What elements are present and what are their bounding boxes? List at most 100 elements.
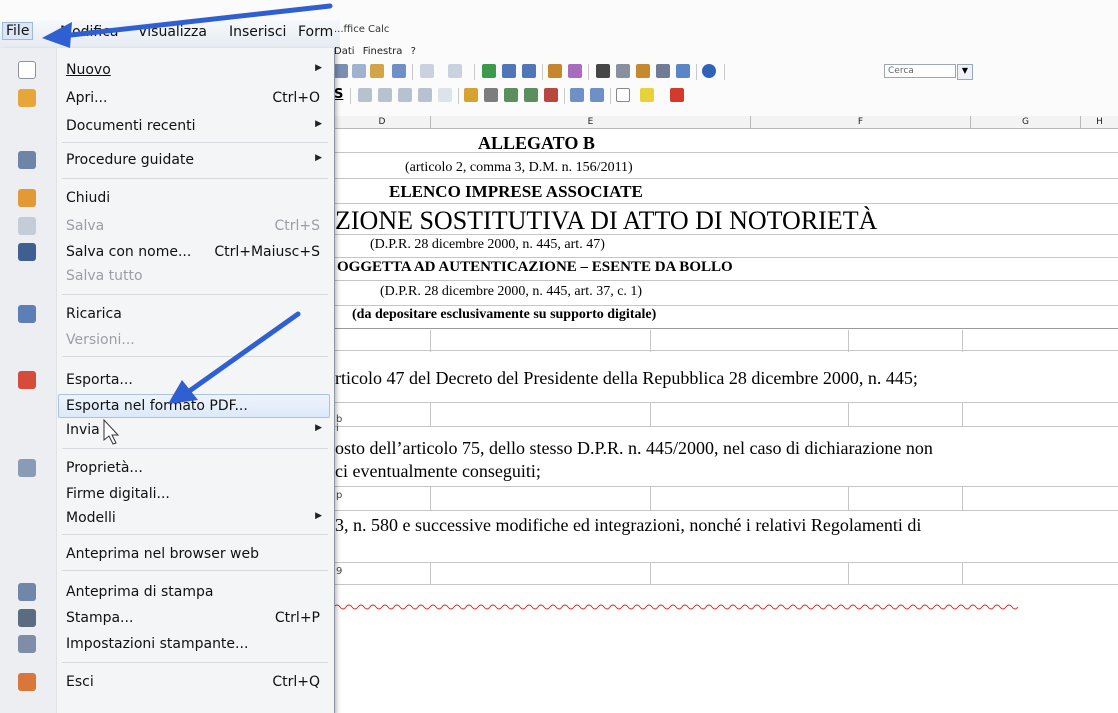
cell-allegato-title[interactable]: ALLEGATO B <box>478 133 595 154</box>
zoom-icon[interactable] <box>676 64 690 78</box>
menu-modifica[interactable]: Modifica <box>60 24 119 40</box>
menu-item-apri[interactable]: Apri... Ctrl+O <box>0 86 334 110</box>
standard-toolbar <box>334 62 1118 82</box>
undo-icon[interactable] <box>420 64 434 78</box>
cell-dpr-art47[interactable]: (D.P.R. 28 dicembre 2000, n. 445, art. 4… <box>370 237 605 253</box>
formatting-toolbar: S <box>334 86 1118 106</box>
underline-icon[interactable]: S <box>334 87 343 102</box>
background-color-icon[interactable] <box>640 88 654 102</box>
format-paintbrush-icon[interactable] <box>392 64 406 78</box>
print-icon <box>18 609 36 627</box>
delete-decimal-icon[interactable] <box>544 88 558 102</box>
borders-icon[interactable] <box>616 88 630 102</box>
cell-soggetta[interactable]: OGGETTA AD AUTENTICAZIONE – ESENTE DA BO… <box>337 259 733 276</box>
menu-dati[interactable]: Dati <box>334 46 355 57</box>
cell-articolo[interactable]: (articolo 2, comma 3, D.M. n. 156/2011) <box>405 160 633 176</box>
reload-icon <box>18 305 36 323</box>
search-dropdown-icon[interactable]: ▼ <box>957 64 973 80</box>
sort-ascending-icon[interactable] <box>502 64 516 78</box>
submenu-arrow-icon: ▶ <box>315 153 322 163</box>
menu-item-modelli[interactable]: Modelli ▶ <box>0 506 334 530</box>
cell-text-line[interactable]: rticolo 47 del Decreto del Presidente de… <box>335 368 918 389</box>
align-center-icon[interactable] <box>378 88 392 102</box>
navigator-icon[interactable] <box>616 64 630 78</box>
column-header-f[interactable]: F <box>750 116 970 128</box>
data-sources-icon[interactable] <box>656 64 670 78</box>
menu-inserisci[interactable]: Inserisci <box>229 24 286 40</box>
column-header-h[interactable]: H <box>1080 116 1118 128</box>
column-header-g[interactable]: G <box>970 116 1080 128</box>
save-as-icon <box>18 243 36 261</box>
menu-item-impostazioni-stampante[interactable]: Impostazioni stampante... <box>0 632 334 656</box>
menu-file[interactable]: File <box>2 22 34 40</box>
copy-icon[interactable] <box>352 64 366 78</box>
menu-item-nuovo[interactable]: Nuovo ▶ <box>0 58 334 82</box>
add-decimal-icon[interactable] <box>524 88 538 102</box>
menu-finestra[interactable]: Finestra <box>363 46 403 57</box>
cell-depositare[interactable]: (da depositare esclusivamente su support… <box>352 307 656 323</box>
menu-item-versioni[interactable]: Versioni... <box>0 328 334 352</box>
menu-item-ricarica[interactable]: Ricarica <box>0 302 334 326</box>
properties-icon <box>18 459 36 477</box>
merge-cells-icon[interactable] <box>438 88 452 102</box>
menu-item-stampa[interactable]: Stampa... Ctrl+P <box>0 606 334 630</box>
menu-item-procedure-guidate[interactable]: Procedure guidate ▶ <box>0 148 334 172</box>
decrease-indent-icon[interactable] <box>570 88 584 102</box>
paste-icon[interactable] <box>370 64 384 78</box>
menu-item-anteprima-browser[interactable]: Anteprima nel browser web <box>0 542 334 566</box>
cell-text-line[interactable]: osto dell’articolo 75, dello stesso D.P.… <box>335 438 933 459</box>
menu-item-esporta[interactable]: Esporta... <box>0 368 334 392</box>
menu-item-proprieta[interactable]: Proprietà... <box>0 456 334 480</box>
sort-descending-icon[interactable] <box>522 64 536 78</box>
menu-item-esci[interactable]: Esci Ctrl+Q <box>0 670 334 694</box>
menu-help[interactable]: ? <box>411 46 416 57</box>
currency-format-icon[interactable] <box>464 88 478 102</box>
file-menu-dropdown: Nuovo ▶ Apri... Ctrl+O Documenti recenti… <box>0 48 335 713</box>
increase-indent-icon[interactable] <box>590 88 604 102</box>
cell-dichiarazione-title[interactable]: ZIONE SOSTITUTIVA DI ATTO DI NOTORIETÀ <box>335 206 877 236</box>
menu-item-invia[interactable]: Invia ▶ <box>0 418 334 442</box>
menu-item-salva[interactable]: Salva Ctrl+S <box>0 214 334 238</box>
menu-visualizza[interactable]: Visualizza <box>138 24 207 40</box>
menu-item-salva-con-nome[interactable]: Salva con nome... Ctrl+Maiusc+S <box>0 240 334 264</box>
percent-format-icon[interactable] <box>484 88 498 102</box>
menu-item-documenti-recenti[interactable]: Documenti recenti ▶ <box>0 114 334 138</box>
help-icon[interactable] <box>702 64 716 78</box>
cell-text-line[interactable]: 3, n. 580 e successive modifiche ed inte… <box>335 515 921 536</box>
cell-dpr-art37[interactable]: (D.P.R. 28 dicembre 2000, n. 445, art. 3… <box>380 284 642 300</box>
new-document-icon <box>18 61 36 79</box>
menu-item-salva-tutto[interactable]: Salva tutto <box>0 264 334 288</box>
printer-settings-icon <box>18 635 36 653</box>
close-document-icon <box>18 189 36 207</box>
column-header-e[interactable]: E <box>430 116 750 128</box>
menu-item-firme-digitali[interactable]: Firme digitali... <box>0 482 334 506</box>
search-input[interactable]: Cerca <box>884 64 956 78</box>
cell-elenco-title[interactable]: ELENCO IMPRESE ASSOCIATE <box>389 182 643 202</box>
submenu-arrow-icon: ▶ <box>315 119 322 129</box>
row-fragment: p <box>336 490 343 501</box>
align-right-icon[interactable] <box>398 88 412 102</box>
find-replace-icon[interactable] <box>596 64 610 78</box>
align-left-icon[interactable] <box>358 88 372 102</box>
column-headers: D E F G H <box>334 116 1118 129</box>
menu-item-anteprima-stampa[interactable]: Anteprima di stampa <box>0 580 334 604</box>
cell-text-line[interactable]: ci eventualmente conseguiti; <box>335 461 541 482</box>
menu-item-chiudi[interactable]: Chiudi <box>0 186 334 210</box>
menu-item-esporta-pdf[interactable]: Esporta nel formato PDF... <box>58 394 330 418</box>
exit-icon <box>18 673 36 691</box>
font-color-icon[interactable] <box>670 88 684 102</box>
column-header-d[interactable]: D <box>334 116 430 128</box>
draw-functions-icon[interactable] <box>568 64 582 78</box>
gallery-icon[interactable] <box>636 64 650 78</box>
row-fragment: 9 <box>336 566 343 577</box>
spellcheck-underline <box>334 604 1019 610</box>
cut-icon[interactable] <box>334 64 348 78</box>
justify-icon[interactable] <box>418 88 432 102</box>
menu-formato[interactable]: Form <box>298 24 333 40</box>
hyperlink-icon[interactable] <box>482 64 496 78</box>
chart-icon[interactable] <box>548 64 562 78</box>
open-folder-icon <box>18 89 36 107</box>
redo-icon[interactable] <box>448 64 462 78</box>
standard-format-icon[interactable] <box>504 88 518 102</box>
submenu-arrow-icon: ▶ <box>315 423 322 433</box>
